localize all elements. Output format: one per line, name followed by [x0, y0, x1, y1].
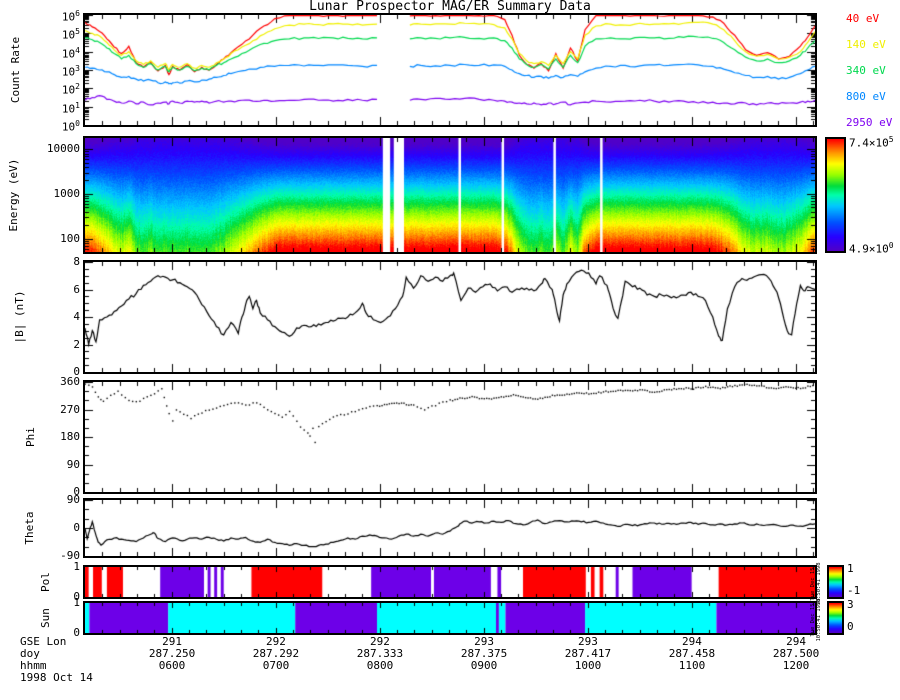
xtick-label: 0800: [366, 659, 394, 672]
xtick-label: 1100: [678, 659, 706, 672]
count-rate-ytick: 101: [61, 100, 80, 116]
energy-ytick: 100: [60, 231, 80, 245]
spectrogram-canvas: [85, 138, 815, 252]
sun-panel: [83, 601, 817, 635]
colorbar-max-label: 7.4×105: [849, 135, 894, 150]
phi-canvas: [85, 382, 815, 492]
xtick-label: 0700: [262, 659, 290, 672]
pol-colorbar-min-label: -1: [847, 584, 861, 597]
sun-colorbar-min-label: 0: [847, 620, 854, 633]
pol-canvas: [85, 567, 815, 597]
phi-ytick: 90: [66, 457, 80, 471]
bfield-ytick: 4: [73, 310, 80, 323]
bfield-canvas: [85, 262, 815, 372]
xtick-label: 1000: [574, 659, 602, 672]
theta-ytick: 0: [73, 521, 80, 534]
axis-row-label: hhmm: [20, 659, 47, 672]
pol-panel: [83, 565, 817, 599]
phi-panel: [83, 380, 817, 494]
plot-title: Lunar Prospector MAG/ER Summary Data: [309, 0, 591, 14]
date-label: 1998 Oct 14: [20, 671, 93, 684]
pol-colorbar-max-label: 1: [847, 562, 854, 575]
status-ytick: 1: [73, 596, 80, 609]
xtick-label: 1200: [782, 659, 810, 672]
sun-colorbar-canvas: [829, 603, 842, 633]
xtick-label: 0900: [470, 659, 498, 672]
legend-label: 140 eV: [846, 38, 886, 51]
count-rate-ytick: 103: [61, 64, 80, 79]
xtick-label: 0600: [158, 659, 186, 672]
sun-canvas: [85, 603, 815, 633]
bfield-ytick: 2: [73, 337, 80, 351]
phi-ytick: 180: [60, 430, 80, 443]
status-ytick: 1: [73, 560, 80, 573]
pol-colorbar: [827, 565, 844, 599]
spectrogram-colorbar: [825, 137, 846, 253]
bfield-ytick: 8: [73, 255, 80, 268]
bfield-panel: [83, 260, 817, 374]
plot-area: Lunar Prospector MAG/ER Summary Data Cou…: [0, 0, 900, 700]
bfield-ytick: 6: [73, 282, 80, 296]
count-rate-ytick: 105: [61, 27, 80, 42]
sun-colorbar: [827, 601, 844, 635]
legend-label: 800 eV: [846, 90, 886, 103]
theta-ytick: 90: [66, 493, 80, 506]
count-rate-ytick: 100: [61, 119, 80, 134]
legend-label: 340 eV: [846, 64, 886, 77]
phi-ytick: 270: [60, 402, 80, 416]
phi-ytick: 360: [60, 375, 80, 388]
count-rate-ytick: 106: [61, 9, 80, 24]
theta-panel: [83, 498, 817, 558]
theta-canvas: [85, 500, 815, 556]
energy-ytick: 10000: [46, 142, 80, 156]
spectrogram-panel: [83, 136, 817, 254]
count-rate-ytick: 104: [61, 45, 80, 61]
count-rate-panel: [83, 13, 817, 127]
spectrogram-colorbar-canvas: [827, 139, 844, 251]
energy-ytick: 1000: [53, 186, 81, 200]
pol-colorbar-canvas: [829, 567, 842, 597]
count-rate-canvas: [85, 15, 815, 125]
count-rate-ytick: 102: [61, 82, 80, 97]
colorbar-min-label: 4.9×100: [849, 241, 894, 256]
legend-label: 2950 eV: [846, 116, 893, 129]
legend-label: 40 eV: [846, 12, 880, 25]
sun-colorbar-max-label: 3: [847, 598, 854, 611]
